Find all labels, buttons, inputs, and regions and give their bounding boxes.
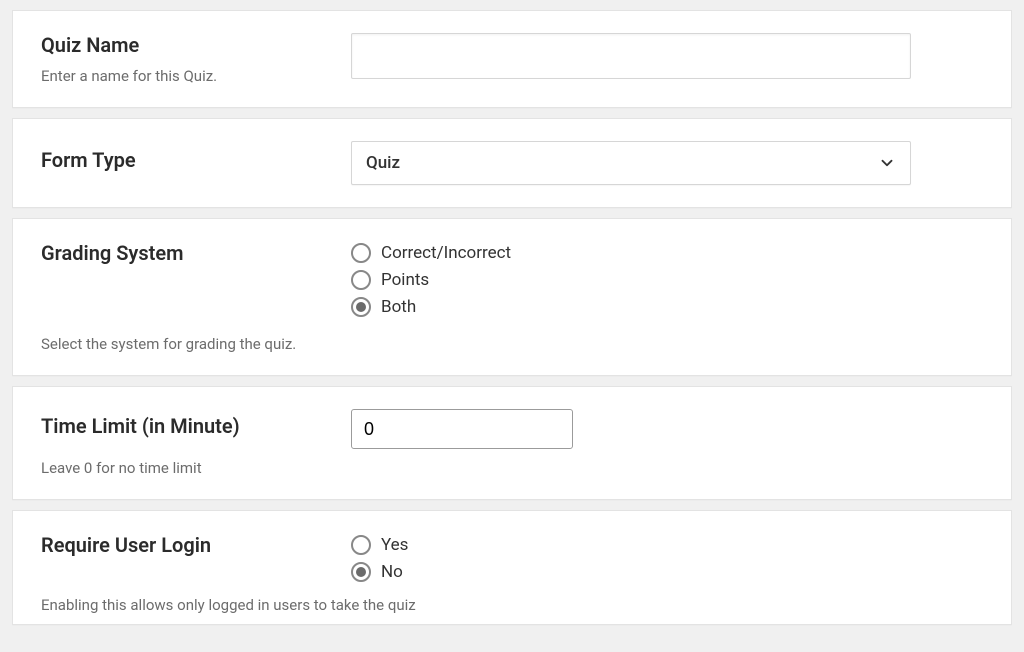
grading-system-radios: Correct/Incorrect Points Both: [351, 241, 983, 317]
quiz-name-label: Quiz Name: [41, 33, 351, 57]
form-type-select[interactable]: Quiz: [351, 141, 911, 185]
radio-no[interactable]: No: [351, 562, 983, 582]
time-limit-input[interactable]: [351, 409, 573, 449]
panel-time-limit: Time Limit (in Minute) Leave 0 for no ti…: [12, 386, 1012, 500]
panel-form-type: Form Type Quiz: [12, 118, 1012, 208]
quiz-name-desc: Enter a name for this Quiz.: [41, 67, 351, 85]
radio-correct-incorrect[interactable]: Correct/Incorrect: [351, 243, 983, 263]
radio-label-points: Points: [381, 270, 429, 290]
radio-icon: [351, 243, 371, 263]
radio-both[interactable]: Both: [351, 297, 983, 317]
radio-yes[interactable]: Yes: [351, 535, 983, 555]
radio-icon: [351, 562, 371, 582]
radio-label-no: No: [381, 562, 403, 582]
radio-label-correct: Correct/Incorrect: [381, 243, 511, 263]
time-limit-label: Time Limit (in Minute): [41, 414, 351, 438]
grading-system-desc: Select the system for grading the quiz.: [41, 335, 983, 353]
form-type-selected: Quiz: [366, 153, 400, 173]
radio-icon: [351, 270, 371, 290]
quiz-name-input[interactable]: [351, 33, 911, 79]
require-login-label: Require User Login: [41, 533, 351, 557]
radio-label-both: Both: [381, 297, 416, 317]
grading-system-label: Grading System: [41, 241, 351, 265]
radio-points[interactable]: Points: [351, 270, 983, 290]
require-login-radios: Yes No: [351, 533, 983, 582]
radio-label-yes: Yes: [381, 535, 408, 555]
require-login-desc: Enabling this allows only logged in user…: [41, 596, 983, 614]
radio-icon: [351, 297, 371, 317]
panel-require-login: Require User Login Yes No Enabling this …: [12, 510, 1012, 625]
panel-quiz-name: Quiz Name Enter a name for this Quiz.: [12, 10, 1012, 108]
radio-icon: [351, 535, 371, 555]
chevron-down-icon: [878, 154, 896, 172]
time-limit-desc: Leave 0 for no time limit: [41, 459, 983, 477]
form-type-label: Form Type: [41, 148, 351, 172]
panel-grading-system: Grading System Correct/Incorrect Points …: [12, 218, 1012, 376]
